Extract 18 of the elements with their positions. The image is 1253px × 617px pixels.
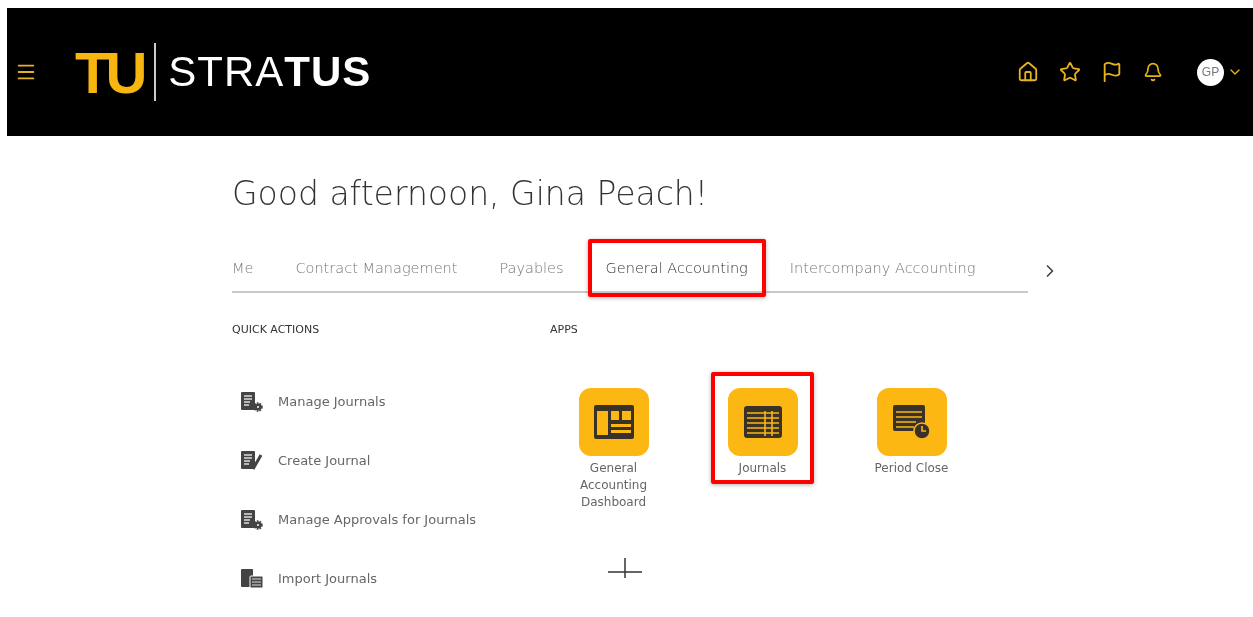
- greeting: Good afternoon, Gina Peach!: [232, 174, 709, 213]
- tab[interactable]: General Accounting: [587, 239, 766, 297]
- section-heading: APPS: [550, 323, 579, 336]
- app-label: Journals: [737, 460, 788, 477]
- quick-action-link[interactable]: Import Journals: [240, 549, 550, 608]
- logo-mark: TU: [75, 38, 143, 106]
- tab[interactable]: Me: [232, 239, 272, 297]
- quick-action-link[interactable]: Manage Journals: [240, 372, 550, 431]
- app-label: General Accounting Dashboard: [579, 460, 648, 511]
- logo-text: STRATUS: [168, 48, 372, 96]
- tab[interactable]: Intercompany Accounting: [771, 239, 994, 297]
- quick-action-link[interactable]: Create Journal: [240, 431, 550, 490]
- app-label: Period Close: [873, 460, 950, 477]
- user-avatar[interactable]: GP: [1197, 58, 1224, 86]
- tab[interactable]: Payables: [481, 239, 582, 297]
- section-heading: QUICK ACTIONS: [232, 323, 321, 336]
- quick-action-link[interactable]: Manage Approvals for Journals: [240, 490, 550, 549]
- tab[interactable]: Contract Management: [277, 239, 476, 297]
